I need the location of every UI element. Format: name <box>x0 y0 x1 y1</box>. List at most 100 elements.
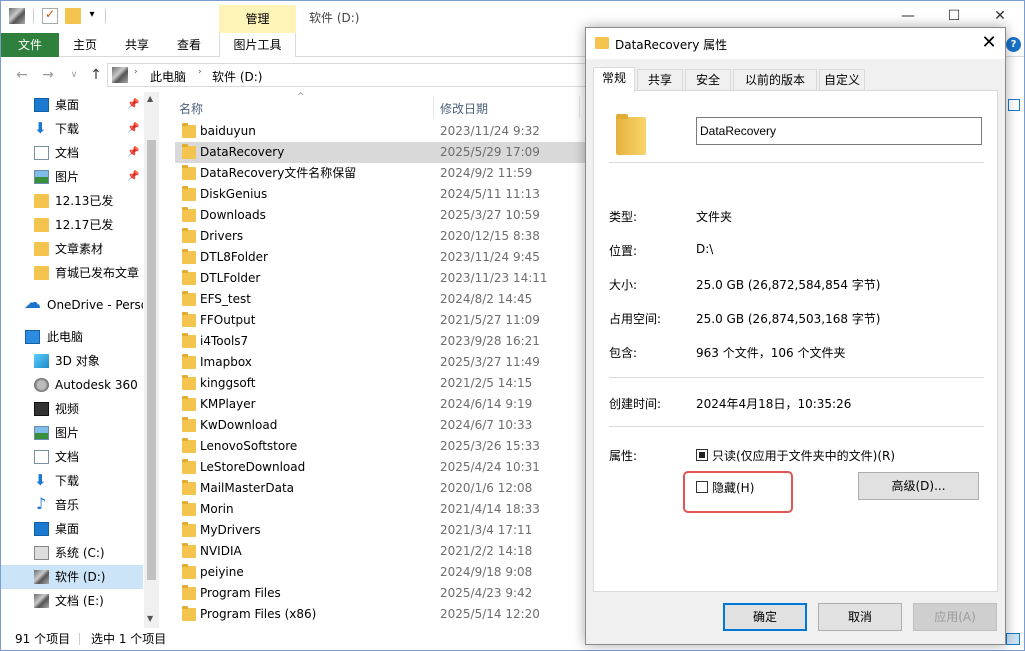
nav-item-pictures[interactable]: 图片 <box>1 421 143 445</box>
apply-button[interactable]: 应用(A) <box>913 603 997 631</box>
nav-item-folder[interactable]: 12.17已发 <box>1 213 143 237</box>
dialog-title: DataRecovery 属性 <box>615 38 728 52</box>
chevron-down-icon[interactable]: ▾ <box>86 9 98 25</box>
tab-home[interactable]: 主页 <box>63 33 107 57</box>
nav-item-downloads[interactable]: 下载 📌 <box>1 117 143 141</box>
file-name: DTL8Folder <box>200 250 268 264</box>
file-row[interactable]: Program Files 2025/4/23 9:42 <box>175 583 587 604</box>
properties-icon[interactable] <box>42 7 58 24</box>
file-row[interactable]: MailMasterData 2020/1/6 12:08 <box>175 478 587 499</box>
file-row[interactable]: DTLFolder 2023/11/23 14:11 <box>175 268 587 289</box>
checkbox-indeterminate[interactable] <box>696 449 708 461</box>
nav-item-this-pc[interactable]: 此电脑 <box>1 325 143 349</box>
nav-item-documents[interactable]: 文档 <box>1 445 143 469</box>
nav-item-drive-e[interactable]: 文档 (E:) <box>1 589 143 613</box>
file-row[interactable]: LenovoSoftstore 2025/3/26 15:33 <box>175 436 587 457</box>
column-divider[interactable] <box>579 96 580 118</box>
file-row[interactable]: KMPlayer 2024/6/14 9:19 <box>175 394 587 415</box>
nav-item-onedrive[interactable]: OneDrive - Perso <box>1 293 143 317</box>
file-row[interactable]: Drivers 2020/12/15 8:38 <box>175 226 587 247</box>
drive-icon <box>34 594 49 608</box>
nav-item-3d-objects[interactable]: 3D 对象 <box>1 349 143 373</box>
file-row[interactable]: NVIDIA 2021/2/2 14:18 <box>175 541 587 562</box>
tab-share[interactable]: 共享 <box>115 33 159 57</box>
tab-picture-tools[interactable]: 图片工具 <box>219 33 296 57</box>
file-row[interactable]: EFS_test 2024/8/2 14:45 <box>175 289 587 310</box>
nav-item-drive-c[interactable]: 系统 (C:) <box>1 541 143 565</box>
nav-item-desktop[interactable]: 桌面 📌 <box>1 93 143 117</box>
context-tab-manage[interactable]: 管理 <box>219 5 296 33</box>
column-name[interactable]: 名称 <box>179 100 203 117</box>
large-icons-view-icon[interactable] <box>1006 633 1020 645</box>
folder-icon <box>182 312 196 327</box>
file-row[interactable]: FFOutput 2021/5/27 11:09 <box>175 310 587 331</box>
file-row[interactable]: kinggsoft 2021/2/5 14:15 <box>175 373 587 394</box>
file-row[interactable]: DataRecovery 2025/5/29 17:09 <box>175 142 587 163</box>
forward-arrow-icon[interactable]: → <box>39 66 57 84</box>
tab-sharing[interactable]: 共享 <box>637 69 683 91</box>
chevron-right-icon[interactable]: › <box>134 67 138 77</box>
file-date: 2021/2/5 14:15 <box>440 376 533 390</box>
file-row[interactable]: KwDownload 2024/6/7 10:33 <box>175 415 587 436</box>
advanced-button[interactable]: 高级(D)... <box>858 472 979 500</box>
tab-view[interactable]: 查看 <box>167 33 211 57</box>
tab-security[interactable]: 安全 <box>685 69 731 91</box>
file-row[interactable]: Downloads 2025/3/27 10:59 <box>175 205 587 226</box>
folder-icon <box>616 114 646 155</box>
chevron-down-icon[interactable]: ∨ <box>65 66 83 84</box>
nav-item-desktop[interactable]: 桌面 <box>1 517 143 541</box>
tab-file[interactable]: 文件 <box>1 33 59 57</box>
scrollbar-thumb[interactable] <box>147 140 156 580</box>
file-row[interactable]: i4Tools7 2023/9/28 16:21 <box>175 331 587 352</box>
nav-item-downloads[interactable]: 下载 <box>1 469 143 493</box>
file-row[interactable]: Imapbox 2025/3/27 11:49 <box>175 352 587 373</box>
nav-item-label: 软件 (D:) <box>55 570 106 584</box>
app-icon[interactable] <box>9 8 25 24</box>
nav-item-drive-d[interactable]: 软件 (D:) <box>1 565 143 589</box>
size-on-disk-value: 25.0 GB (26,874,503,168 字节) <box>696 312 881 326</box>
nav-item-pictures[interactable]: 图片 📌 <box>1 165 143 189</box>
cancel-button[interactable]: 取消 <box>818 603 902 631</box>
file-row[interactable]: baiduyun 2023/11/24 9:32 <box>175 121 587 142</box>
size-label: 大小: <box>609 278 638 292</box>
nav-item-folder[interactable]: 育城已发布文章 <box>1 261 143 285</box>
ok-button[interactable]: 确定 <box>723 603 807 631</box>
file-row[interactable]: DataRecovery文件名称保留 2024/9/2 11:59 <box>175 163 587 184</box>
dialog-close-button[interactable]: ✕ <box>976 30 1002 56</box>
folder-name-input[interactable] <box>696 117 982 145</box>
file-row[interactable]: DTL8Folder 2023/11/24 9:45 <box>175 247 587 268</box>
nav-item-label: 3D 对象 <box>55 354 100 368</box>
nav-item-music[interactable]: 音乐 <box>1 493 143 517</box>
chevron-down-icon[interactable]: ▼ <box>147 614 153 623</box>
file-name: MyDrivers <box>200 523 261 537</box>
nav-item-documents[interactable]: 文档 📌 <box>1 141 143 165</box>
breadcrumb-drive-d[interactable]: 软件 (D:) <box>212 68 262 85</box>
tab-previous-versions[interactable]: 以前的版本 <box>733 69 817 91</box>
file-row[interactable]: Morin 2021/4/14 18:33 <box>175 499 587 520</box>
details-pane-icon[interactable] <box>1008 99 1020 111</box>
new-folder-icon[interactable] <box>65 8 81 24</box>
file-row[interactable]: peiyine 2024/9/18 9:08 <box>175 562 587 583</box>
folder-icon <box>182 186 196 201</box>
file-name: peiyine <box>200 565 244 579</box>
nav-item-folder[interactable]: 文章素材 <box>1 237 143 261</box>
help-icon[interactable]: ? <box>1006 37 1021 52</box>
chevron-up-icon[interactable]: ▲ <box>147 94 153 103</box>
file-row[interactable]: MyDrivers 2021/3/4 17:11 <box>175 520 587 541</box>
breadcrumb-this-pc[interactable]: 此电脑 <box>150 68 186 85</box>
column-divider[interactable] <box>433 96 434 118</box>
back-arrow-icon[interactable]: ← <box>13 66 31 84</box>
nav-item-autodesk[interactable]: Autodesk 360 <box>1 373 143 397</box>
nav-item-folder[interactable]: 12.13已发 <box>1 189 143 213</box>
column-date-modified[interactable]: 修改日期 <box>440 100 488 117</box>
chevron-right-icon[interactable]: › <box>198 67 202 77</box>
tab-general[interactable]: 常规 <box>593 67 635 92</box>
tab-customize[interactable]: 自定义 <box>819 69 865 91</box>
nav-scrollbar[interactable]: ▲ ▼ <box>144 92 159 628</box>
file-row[interactable]: LeStoreDownload 2025/4/24 10:31 <box>175 457 587 478</box>
address-bar[interactable]: › 此电脑 › 软件 (D:) <box>107 63 587 87</box>
nav-item-videos[interactable]: 视频 <box>1 397 143 421</box>
file-row[interactable]: DiskGenius 2024/5/11 11:13 <box>175 184 587 205</box>
up-arrow-icon[interactable]: ↑ <box>87 66 105 84</box>
file-row[interactable]: Program Files (x86) 2025/5/14 12:20 <box>175 604 587 625</box>
